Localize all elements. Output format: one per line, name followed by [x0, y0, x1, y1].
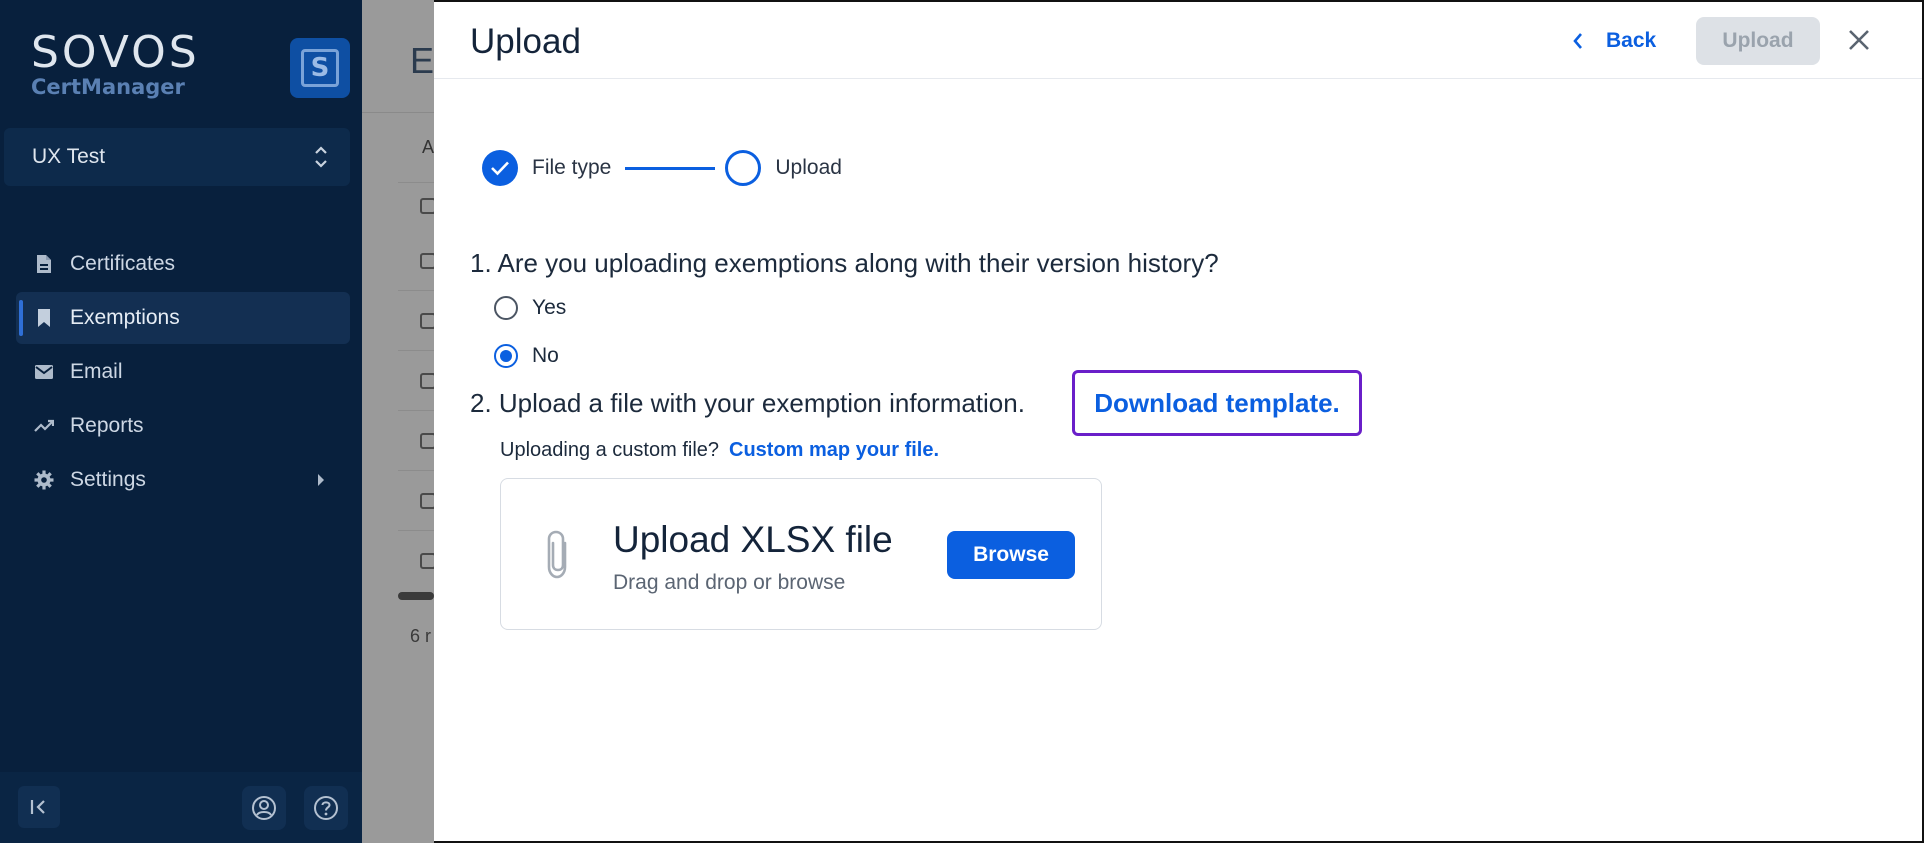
- dropzone-title: Upload XLSX file: [613, 519, 893, 560]
- drawer-title: Upload: [470, 22, 581, 61]
- close-button[interactable]: [1842, 23, 1876, 57]
- question-version-history: 1. Are you uploading exemptions along wi…: [470, 248, 1219, 278]
- sidebar-item-certificates[interactable]: Certificates: [16, 238, 350, 290]
- file-dropzone[interactable]: Upload XLSX file Drag and drop or browse…: [500, 478, 1102, 630]
- table-row: [398, 290, 434, 291]
- download-template-link[interactable]: Download template.: [1072, 370, 1362, 436]
- back-button-label: Back: [1606, 29, 1657, 52]
- sidebar-nav: Certificates Exemptions Email Reports Se…: [16, 238, 350, 508]
- custom-map-link[interactable]: Custom map your file.: [729, 439, 939, 462]
- background-row-count: 6 r: [410, 626, 432, 646]
- background-column-header: A: [422, 137, 434, 157]
- help-button[interactable]: [304, 786, 348, 830]
- sidebar-item-label: Reports: [70, 414, 144, 437]
- step-complete-icon: [482, 150, 518, 186]
- app-badge-icon: S: [290, 38, 350, 98]
- gear-icon: [34, 470, 54, 490]
- sidebar-item-settings[interactable]: Settings: [16, 454, 350, 506]
- radio-option-yes[interactable]: Yes: [494, 296, 566, 320]
- row-checkbox: [420, 313, 434, 329]
- row-checkbox: [420, 253, 434, 269]
- background-page-overlay: E A 6 r: [362, 0, 434, 843]
- sidebar-footer: [0, 772, 362, 843]
- upload-button[interactable]: Upload: [1696, 17, 1820, 65]
- step-current-icon: [725, 150, 762, 186]
- custom-file-prompt: Uploading a custom file?: [500, 439, 720, 461]
- logo: SOVOS CertManager: [31, 27, 200, 100]
- stepper: File type Upload: [482, 150, 842, 186]
- radio-label-no: No: [532, 344, 559, 367]
- table-row: [398, 182, 434, 183]
- radio-option-no[interactable]: No: [494, 344, 559, 368]
- logo-subtext: CertManager: [31, 75, 185, 99]
- bookmark-icon: [34, 308, 54, 328]
- sidebar: SOVOS CertManager S UX Test Certificates…: [0, 0, 362, 843]
- sidebar-item-email[interactable]: Email: [16, 346, 350, 398]
- chevron-left-icon: [1573, 33, 1582, 49]
- collapse-sidebar-button[interactable]: [18, 786, 60, 828]
- paperclip-icon: [547, 530, 567, 579]
- sidebar-item-exemptions[interactable]: Exemptions: [16, 292, 350, 344]
- upload-drawer: Upload Back Upload File type Upload 1. A…: [434, 0, 1924, 843]
- row-checkbox: [420, 553, 434, 569]
- step-connector: [625, 166, 716, 170]
- back-button[interactable]: Back: [1572, 22, 1656, 60]
- divider: [362, 112, 434, 113]
- trending-icon: [34, 416, 54, 436]
- tenant-name: UX Test: [32, 145, 106, 168]
- radio-button-yes[interactable]: [494, 296, 518, 320]
- table-row: [398, 470, 434, 471]
- help-icon: [314, 796, 338, 820]
- table-row: [398, 530, 434, 531]
- row-checkbox: [420, 373, 434, 389]
- mail-icon: [34, 362, 54, 382]
- sidebar-item-label: Email: [70, 360, 123, 383]
- dropzone-subtitle: Drag and drop or browse: [613, 571, 846, 594]
- question-upload-file: 2. Upload a file with your exemption inf…: [470, 388, 1025, 418]
- sidebar-item-label: Settings: [70, 468, 146, 491]
- step-label-upload: Upload: [775, 156, 842, 179]
- account-button[interactable]: [242, 786, 286, 830]
- document-icon: [34, 254, 54, 274]
- close-icon: [1849, 30, 1869, 50]
- sidebar-item-label: Exemptions: [70, 306, 180, 329]
- browse-button[interactable]: Browse: [947, 531, 1075, 579]
- sidebar-item-reports[interactable]: Reports: [16, 400, 350, 452]
- caret-right-icon: [318, 474, 324, 486]
- radio-label-yes: Yes: [532, 296, 567, 319]
- chevron-updown-icon: [315, 146, 327, 168]
- table-row: [398, 410, 434, 411]
- drawer-header: Upload Back Upload: [434, 2, 1922, 79]
- row-checkbox: [420, 493, 434, 509]
- step-label-file-type: File type: [532, 156, 612, 179]
- radio-button-no[interactable]: [494, 344, 518, 368]
- sidebar-item-label: Certificates: [70, 252, 176, 275]
- horizontal-scrollbar: [398, 592, 434, 600]
- logo-text: SOVOS: [31, 27, 200, 78]
- tenant-switcher[interactable]: UX Test: [4, 128, 350, 186]
- background-page-title: E: [410, 40, 434, 81]
- row-checkbox: [420, 433, 434, 449]
- user-circle-icon: [252, 796, 276, 820]
- custom-file-row: Uploading a custom file? Custom map your…: [500, 439, 939, 462]
- collapse-icon: [30, 800, 45, 814]
- table-row: [398, 350, 434, 351]
- row-checkbox: [420, 198, 434, 214]
